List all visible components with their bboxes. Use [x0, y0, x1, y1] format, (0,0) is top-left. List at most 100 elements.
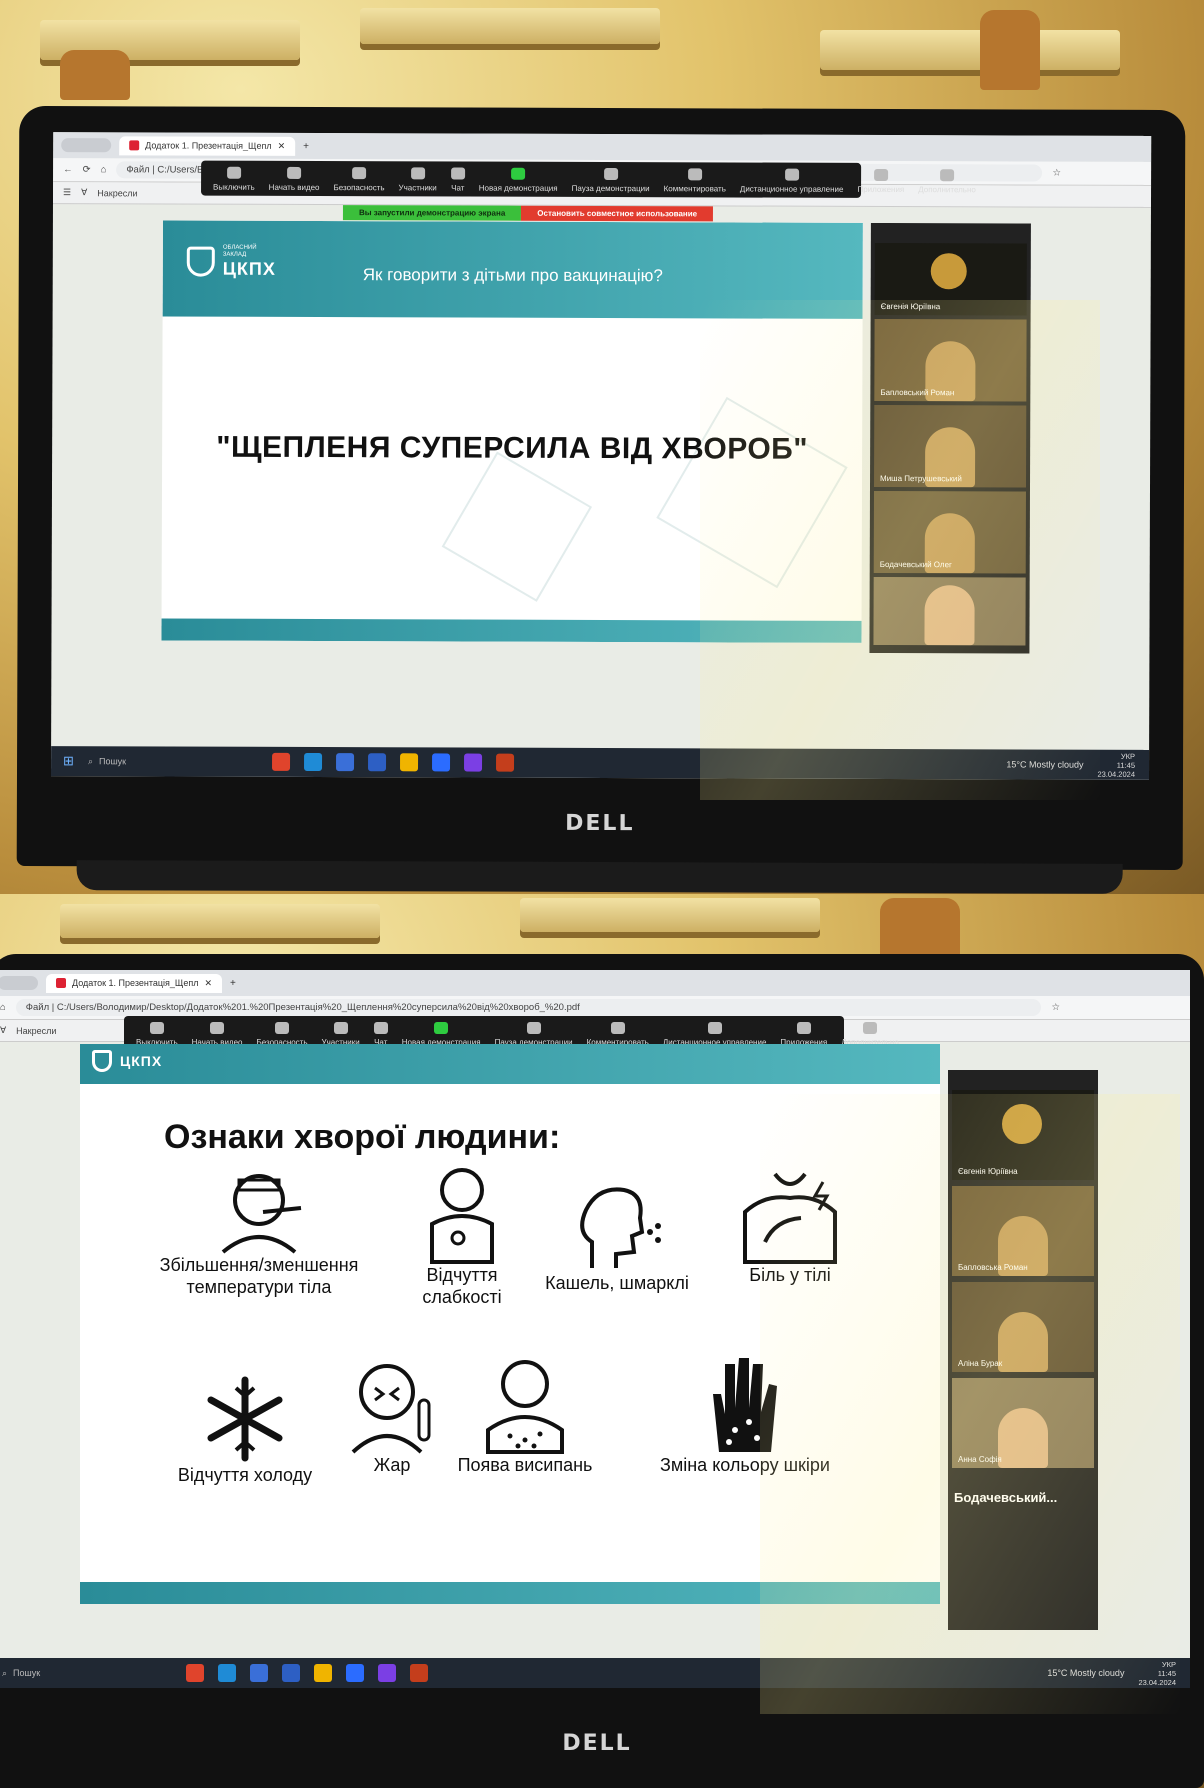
search-icon: ⌕ [2, 1667, 8, 1678]
slide-header [80, 1044, 940, 1084]
word-icon[interactable] [367, 753, 386, 772]
participant-tile[interactable]: Миша Петрушевський [874, 404, 1027, 488]
mail-icon[interactable] [335, 753, 354, 772]
zoom-icon[interactable] [346, 1664, 364, 1682]
back-icon[interactable]: ← [63, 164, 73, 175]
participant-tile[interactable]: Євгенія Юріївна [874, 242, 1027, 316]
shield-icon [352, 167, 367, 180]
share-icon [511, 167, 526, 180]
share-icon [434, 1022, 449, 1034]
star-icon[interactable]: ☆ [1053, 168, 1062, 179]
desk [520, 898, 820, 932]
close-icon[interactable]: ✕ [204, 978, 212, 989]
participant-tile[interactable]: Євгенія Юріївна [952, 1090, 1094, 1180]
weak-person-icon [430, 1168, 494, 1264]
explorer-icon[interactable] [399, 753, 418, 772]
draw-tool-label[interactable]: Накресли [16, 1026, 56, 1036]
taskbar-clock[interactable]: УКР 11:45 23.04.2024 [1138, 1660, 1176, 1687]
mic-icon [149, 1022, 164, 1034]
chat-button[interactable]: Чат [450, 167, 465, 193]
home-icon[interactable]: ⌂ [101, 164, 107, 175]
dell-logo: DELL [562, 1731, 632, 1756]
opera-icon[interactable] [186, 1664, 204, 1682]
star-icon[interactable]: ☆ [1051, 1002, 1060, 1013]
security-button[interactable]: Безопасность [334, 167, 385, 192]
start-video-button[interactable]: Начать видео [269, 166, 320, 192]
avatar [1002, 1104, 1042, 1144]
taskbar-search[interactable]: ⌕ Пошук [88, 756, 258, 768]
mute-button[interactable]: Выключить [213, 166, 255, 192]
new-tab-icon[interactable]: + [303, 140, 309, 151]
participant-video [998, 1312, 1048, 1372]
url-field[interactable]: Файл | C:/Users/Володимир/Desktop/Додато… [15, 999, 1042, 1016]
search-icon: ⌕ [87, 755, 94, 766]
draw-tool-label[interactable]: Накресли [97, 188, 137, 198]
participant-video [998, 1408, 1048, 1468]
profile-button[interactable] [0, 976, 38, 990]
share-banner: Вы запустили демонстрацию экрана Останов… [342, 205, 714, 222]
weather-widget[interactable]: 15°C Mostly cloudy [1006, 759, 1083, 769]
laptop: Додаток 1. Презентація_Щепл ✕ + ⌂ Файл |… [0, 954, 1204, 1788]
list-icon[interactable]: ☰ [63, 187, 71, 198]
slide-footer [80, 1582, 940, 1604]
browser-tab-bar: Додаток 1. Презентація_Щепл ✕ + [0, 970, 1190, 996]
stop-share-button[interactable]: Остановить совместное использование [521, 205, 714, 222]
taskbar-clock[interactable]: УКР 11:45 23.04.2024 [1097, 751, 1135, 778]
new-share-button[interactable]: Новая демонстрация [479, 167, 558, 193]
viber-icon[interactable] [463, 753, 482, 772]
windows-start-icon[interactable]: ⊞ [63, 753, 74, 769]
participant-tile[interactable]: Бодачевський Олег [873, 490, 1026, 574]
zoom-icon[interactable] [431, 753, 450, 772]
browser-tab[interactable]: Додаток 1. Презентація_Щепл ✕ [119, 135, 296, 156]
chair [60, 50, 130, 100]
profile-button[interactable] [61, 138, 112, 153]
cough-icon [580, 1187, 661, 1268]
viber-icon[interactable] [378, 1664, 396, 1682]
tab-title: Додаток 1. Презентація_Щепл [72, 978, 199, 988]
explorer-icon[interactable] [314, 1664, 332, 1682]
symptom-body-pain: Біль у тілі [720, 1164, 860, 1286]
participant-video [924, 585, 975, 646]
participants-button[interactable]: Участники [399, 167, 437, 192]
weather-widget[interactable]: 15°C Mostly cloudy [1047, 1668, 1124, 1678]
edge-icon[interactable] [218, 1664, 236, 1682]
powerpoint-icon[interactable] [495, 753, 514, 772]
remote-control-button[interactable]: Дистанционное управление [740, 168, 844, 194]
pdf-icon [56, 978, 66, 988]
draw-icon[interactable]: ∀ [81, 187, 87, 198]
close-icon[interactable]: ✕ [278, 140, 286, 151]
participant-tile[interactable] [873, 576, 1026, 646]
zoom-toolbar: Выключить Начать видео Безопасность Учас… [201, 160, 976, 198]
new-tab-icon[interactable]: + [230, 978, 236, 989]
participant-tile[interactable]: Анна Софія [952, 1378, 1094, 1468]
reload-icon[interactable]: ⟳ [83, 164, 91, 175]
pause-share-button[interactable]: Пауза демонстрации [572, 168, 650, 193]
draw-icon[interactable]: ∀ [0, 1025, 6, 1036]
participant-tile[interactable]: Аліна Бурак [952, 1282, 1094, 1372]
pause-icon [526, 1022, 541, 1034]
browser-tab[interactable]: Додаток 1. Презентація_Щепл ✕ [46, 973, 222, 993]
opera-icon[interactable] [271, 752, 290, 771]
slide-title: "ЩЕПЛЕНЯ СУПЕРСИЛА ВІД ХВОРОБ" [216, 430, 809, 466]
apps-button[interactable]: Приложения [857, 168, 904, 194]
browser-tab-bar: Додаток 1. Презентація_Щепл ✕ + [53, 132, 1152, 162]
apps-icon [873, 168, 888, 181]
mail-icon[interactable] [250, 1664, 268, 1682]
chair [880, 898, 960, 958]
symptom-weakness: Відчуття слабкості [402, 1164, 522, 1308]
avatar [930, 253, 967, 290]
laptop-screen: Додаток 1. Презентація_Щепл ✕ + ⌂ Файл |… [0, 970, 1190, 1688]
chat-icon [373, 1022, 388, 1034]
powerpoint-icon[interactable] [410, 1664, 428, 1682]
edge-icon[interactable] [303, 752, 322, 772]
symptoms-heading: Ознаки хворої людини: [164, 1118, 561, 1156]
hand-spots-icon [713, 1358, 777, 1452]
taskbar-search[interactable]: ⌕ Пошук [2, 1668, 172, 1679]
more-button[interactable]: Дополнительно [918, 169, 976, 194]
participant-tile[interactable]: Бапловська Роман [952, 1186, 1094, 1276]
home-icon[interactable]: ⌂ [0, 1002, 6, 1013]
logo-shield-icon [92, 1050, 112, 1072]
word-icon[interactable] [282, 1664, 300, 1682]
annotate-button[interactable]: Комментировать [664, 168, 726, 193]
participant-tile[interactable]: Бапловський Роман [874, 318, 1027, 402]
